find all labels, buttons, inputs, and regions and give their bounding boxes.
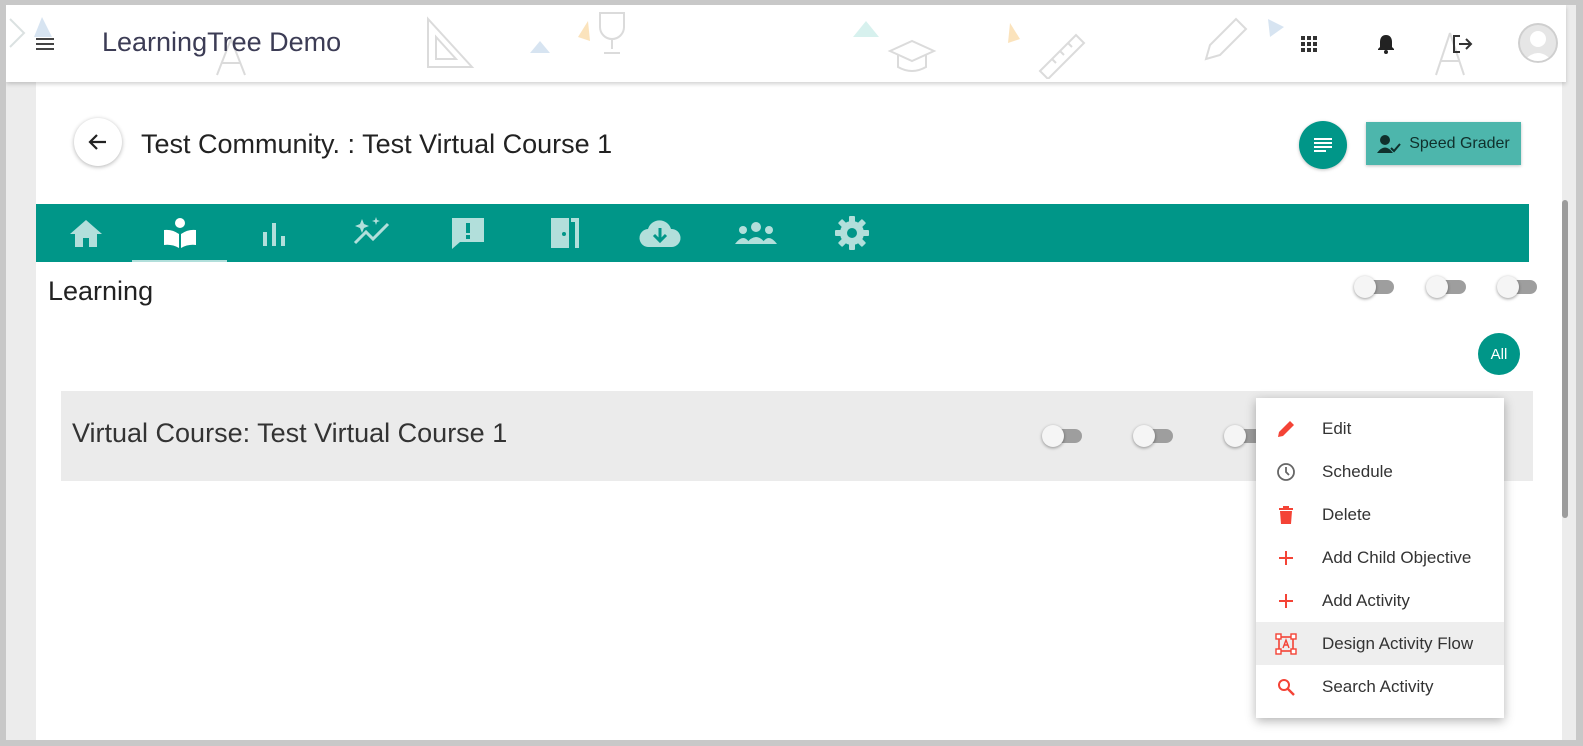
bell-icon xyxy=(1378,35,1394,54)
tab-exit[interactable] xyxy=(516,204,611,262)
arrow-back-icon xyxy=(88,134,106,150)
objective-context-menu: Edit Schedule Delete Add Child Objective… xyxy=(1256,398,1504,718)
menu-item-label: Delete xyxy=(1322,504,1372,524)
app-title: LearningTree Demo xyxy=(102,27,342,57)
book-reader-icon xyxy=(163,218,196,248)
user-avatar-icon xyxy=(1518,23,1558,63)
doodle-triangle-icon xyxy=(530,41,550,53)
doodle-graduation-cap-icon xyxy=(887,39,937,72)
section-title: Learning xyxy=(48,276,154,306)
doodle-pencil-icon xyxy=(1204,17,1248,61)
sparkle-trend-icon xyxy=(353,217,389,245)
course-title: Test Community. : Test Virtual Course 1 xyxy=(141,129,613,159)
menu-item-add-child-objective[interactable]: Add Child Objective xyxy=(1256,536,1504,579)
apps-grid-button[interactable] xyxy=(1296,31,1322,57)
exit-door-icon xyxy=(550,218,579,248)
course-tab-bar xyxy=(36,204,1529,262)
tab-settings[interactable] xyxy=(804,204,899,262)
menu-item-search-activity[interactable]: Search Activity xyxy=(1256,665,1504,708)
menu-item-design-activity-flow[interactable]: Design Activity Flow xyxy=(1256,622,1504,665)
virtual-course-label: Virtual Course: Test Virtual Course 1 xyxy=(72,418,508,448)
trash-icon xyxy=(1274,503,1298,527)
course-toggle-2[interactable] xyxy=(1133,424,1175,448)
logout-button[interactable] xyxy=(1449,31,1475,57)
menu-item-label: Add Child Objective xyxy=(1322,547,1472,567)
feedback-icon xyxy=(451,218,484,249)
doodle-trophy-icon xyxy=(578,12,625,54)
tab-learning[interactable] xyxy=(132,204,227,262)
home-icon xyxy=(69,220,102,247)
menu-item-label: Search Activity xyxy=(1322,676,1434,696)
search-icon xyxy=(1274,675,1298,699)
grader-person-check-icon xyxy=(1377,134,1401,153)
speed-grader-label: Speed Grader xyxy=(1409,134,1510,152)
hamburger-icon xyxy=(36,38,54,50)
tab-analytics[interactable] xyxy=(228,204,323,262)
speed-grader-button[interactable]: Speed Grader xyxy=(1366,122,1521,165)
doodle-setsquare-icon xyxy=(427,16,475,68)
menu-item-label: Edit xyxy=(1322,418,1352,438)
tab-members[interactable] xyxy=(708,204,803,262)
all-filter-button[interactable]: All xyxy=(1478,333,1520,375)
menu-item-schedule[interactable]: Schedule xyxy=(1256,450,1504,493)
settings-gear-icon xyxy=(834,216,869,250)
course-toggle-1[interactable] xyxy=(1042,424,1084,448)
tab-home[interactable] xyxy=(38,204,133,262)
menu-item-label: Add Activity xyxy=(1322,590,1410,610)
plus-icon xyxy=(1274,546,1298,570)
clock-icon xyxy=(1274,460,1298,484)
menu-item-add-activity[interactable]: Add Activity xyxy=(1256,579,1504,622)
tab-download[interactable] xyxy=(612,204,707,262)
section-toggle-3[interactable] xyxy=(1497,275,1539,299)
flow-design-icon xyxy=(1274,632,1298,656)
menu-item-label: Schedule xyxy=(1322,461,1393,481)
doodle-ruler-icon xyxy=(1008,23,1086,79)
tab-insights[interactable] xyxy=(324,204,419,262)
menu-item-edit[interactable]: Edit xyxy=(1256,407,1504,450)
top-app-bar: LearningTree Demo xyxy=(6,5,1566,82)
pencil-icon xyxy=(1274,417,1298,441)
notes-list-button[interactable] xyxy=(1299,121,1347,169)
menu-item-delete[interactable]: Delete xyxy=(1256,493,1504,536)
menu-item-label: Design Activity Flow xyxy=(1322,633,1474,653)
app-window: LearningTree Demo Test Community. : Test… xyxy=(6,5,1576,740)
hamburger-menu-button[interactable] xyxy=(34,33,56,55)
group-icon xyxy=(734,222,777,244)
doodle-triangle-icon xyxy=(1268,19,1284,37)
bar-chart-icon xyxy=(262,223,285,246)
doodle-triangle-icon xyxy=(853,21,879,37)
back-button[interactable] xyxy=(74,118,122,166)
notes-list-icon xyxy=(1314,138,1332,152)
section-toggle-1[interactable] xyxy=(1354,275,1396,299)
plus-icon xyxy=(1274,589,1298,613)
apps-grid-icon xyxy=(1301,36,1317,52)
user-avatar[interactable] xyxy=(1518,23,1558,63)
cloud-download-icon xyxy=(638,220,681,248)
notifications-button[interactable] xyxy=(1373,31,1399,57)
tab-feedback[interactable] xyxy=(420,204,515,262)
section-toggle-2[interactable] xyxy=(1426,275,1468,299)
page-scrollbar[interactable] xyxy=(1562,200,1568,518)
logout-icon xyxy=(1453,35,1473,53)
